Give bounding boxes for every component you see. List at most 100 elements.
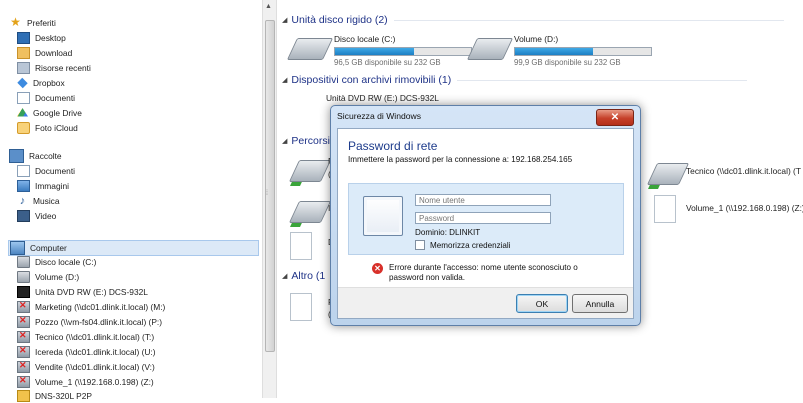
nav-scrollbar[interactable]: ▲ ⁞ — [262, 0, 277, 398]
nav-item-label: Volume (D:) — [35, 272, 80, 282]
network-drive-icon[interactable] — [646, 163, 690, 185]
close-button[interactable]: ✕ — [596, 109, 634, 126]
nav-item-label: Immagini — [35, 181, 69, 191]
file-icon[interactable] — [290, 232, 312, 260]
nav-item-label: Documenti — [35, 93, 76, 103]
nav-item-video[interactable]: Video — [17, 209, 56, 223]
nav-item-network-z[interactable]: Volume_1 (\\192.168.0.198) (Z:) — [17, 375, 154, 389]
nav-item-label: DNS-320L P2P — [35, 391, 92, 401]
libraries-icon — [9, 149, 24, 163]
nav-item-label: Google Drive — [33, 108, 82, 118]
nav-item-label: Vendite (\\dc01.dlink.it.local) (V:) — [35, 362, 155, 372]
collapse-triangle-icon[interactable]: ◢ — [282, 76, 287, 84]
nav-item-network-u[interactable]: Icereda (\\dc01.dlink.it.local) (U:) — [17, 345, 156, 359]
domain-label: Dominio: DLINKIT — [415, 228, 481, 237]
nav-computer[interactable]: Computer — [8, 240, 259, 256]
dialog-description: Immettere la password per la connessione… — [348, 155, 573, 164]
file-icon[interactable] — [654, 195, 676, 223]
nav-item-label: Risorse recenti — [35, 63, 91, 73]
collapse-triangle-icon[interactable]: ◢ — [282, 16, 287, 24]
images-icon — [17, 180, 30, 192]
dialog-heading: Password di rete — [348, 139, 438, 153]
nav-item-lib-documents[interactable]: Documenti — [17, 164, 75, 178]
password-input[interactable] — [415, 212, 551, 224]
ok-button[interactable]: OK — [516, 294, 568, 313]
nav-item-network-m[interactable]: Marketing (\\dc01.dlink.it.local) (M:) — [17, 300, 165, 314]
nav-item-label: Musica — [33, 196, 60, 206]
drive-free-space: 96,5 GB disponibile su 232 GB — [334, 58, 441, 67]
google-drive-icon — [17, 108, 28, 117]
nav-item-network-p[interactable]: Pozzo (\\vm-fs04.dlink.it.local) (P:) — [17, 315, 162, 329]
nav-libraries[interactable]: Raccolte — [9, 149, 62, 163]
music-note-icon: ♪ — [19, 195, 26, 207]
dvd-drive-name: Unità DVD RW (E:) DCS-932L — [326, 93, 439, 103]
scrollbar-thumb[interactable] — [265, 20, 275, 352]
nav-item-google-drive[interactable]: Google Drive — [17, 106, 82, 120]
remember-credentials-checkbox[interactable]: Memorizza credenziali — [415, 240, 511, 250]
nav-favorites[interactable]: ★ Preferiti — [9, 16, 56, 30]
network-drive-icon[interactable] — [288, 201, 332, 223]
nav-item-dvd-e[interactable]: Unità DVD RW (E:) DCS-932L — [17, 285, 148, 299]
hard-drive-icon — [466, 38, 514, 60]
nav-item-label: Foto iCloud — [35, 123, 78, 133]
scroll-up-arrow-icon[interactable]: ▲ — [265, 3, 272, 10]
group-network-locations[interactable]: ◢ Percorsi — [282, 135, 330, 147]
nav-item-desktop[interactable]: Desktop — [17, 31, 66, 45]
nav-item-documents[interactable]: Documenti — [17, 91, 75, 105]
navigation-pane: ★ Preferiti Desktop Download Risorse rec… — [0, 0, 262, 402]
nav-item-drive-c[interactable]: Disco locale (C:) — [17, 255, 96, 269]
nav-item-icloud-photos[interactable]: Foto iCloud — [17, 121, 78, 135]
credential-tile: Dominio: DLINKIT Memorizza credenziali — [348, 183, 624, 255]
checkbox-box[interactable] — [415, 240, 425, 250]
desktop-icon — [17, 32, 30, 44]
dvd-drive-tile[interactable]: Unità DVD RW (E:) DCS-932L — [326, 93, 439, 103]
hard-drive-icon — [17, 271, 30, 283]
network-drive-volume1-label[interactable]: Volume_1 (\\192.168.0.198) (Z:) — [686, 203, 803, 213]
dvd-drive-icon — [17, 286, 30, 298]
nav-libraries-label: Raccolte — [29, 151, 62, 161]
icloud-photos-icon — [17, 122, 30, 134]
username-input[interactable] — [415, 194, 551, 206]
nav-item-music[interactable]: ♪ Musica — [17, 194, 60, 208]
network-drive-tecnico-label[interactable]: Tecnico (\\dc01.dlink.it.local) (T — [686, 166, 801, 176]
nav-item-dns320l[interactable]: DNS-320L P2P — [17, 389, 92, 403]
computer-icon — [10, 241, 25, 255]
download-folder-icon — [17, 47, 30, 59]
splitter-grip-icon[interactable]: ⁞ — [266, 190, 268, 197]
cancel-button[interactable]: Annulla — [572, 294, 628, 313]
nav-favorites-label: Preferiti — [27, 18, 56, 28]
disconnected-network-drive-icon — [17, 345, 30, 358]
group-hard-drives[interactable]: ◢ Unità disco rigido (2) — [282, 14, 784, 26]
drive-usage-bar — [514, 47, 652, 56]
local-disk-icon — [17, 256, 30, 268]
hard-drive-icon — [286, 38, 334, 60]
nav-item-network-v[interactable]: Vendite (\\dc01.dlink.it.local) (V:) — [17, 360, 155, 374]
network-drive-icon[interactable] — [288, 160, 332, 182]
nav-item-label: Dropbox — [33, 78, 65, 88]
disconnected-network-drive-icon — [17, 375, 30, 388]
nav-item-download[interactable]: Download — [17, 46, 72, 60]
drive-d-tile[interactable]: Volume (D:) 99,9 GB disponibile su 232 G… — [466, 34, 652, 67]
nav-item-label: Documenti — [35, 166, 76, 176]
video-icon — [17, 210, 30, 222]
drive-c-tile[interactable]: Disco locale (C:) 96,5 GB disponibile su… — [286, 34, 472, 67]
nav-item-dropbox[interactable]: Dropbox — [17, 76, 65, 90]
nav-item-images[interactable]: Immagini — [17, 179, 69, 193]
nav-item-recent[interactable]: Risorse recenti — [17, 61, 91, 75]
collapse-triangle-icon[interactable]: ◢ — [282, 137, 287, 145]
cancel-label: Annulla — [585, 298, 615, 309]
nav-item-label: Video — [35, 211, 57, 221]
group-other[interactable]: ◢ Altro (1 — [282, 270, 325, 282]
nav-item-label: Marketing (\\dc01.dlink.it.local) (M:) — [35, 302, 166, 312]
disconnected-network-drive-icon — [17, 315, 30, 328]
file-icon[interactable] — [290, 293, 312, 321]
nav-computer-label: Computer — [30, 243, 67, 253]
nav-item-label: Disco locale (C:) — [35, 257, 97, 267]
nav-item-network-t[interactable]: Tecnico (\\dc01.dlink.it.local) (T:) — [17, 330, 154, 344]
collapse-triangle-icon[interactable]: ◢ — [282, 272, 287, 280]
close-icon: ✕ — [610, 112, 620, 123]
drive-name: Disco locale (C:) — [334, 34, 396, 44]
group-label: Dispositivi con archivi rimovibili (1) — [291, 74, 452, 86]
nav-item-drive-d[interactable]: Volume (D:) — [17, 270, 79, 284]
group-removable[interactable]: ◢ Dispositivi con archivi rimovibili (1) — [282, 74, 748, 86]
